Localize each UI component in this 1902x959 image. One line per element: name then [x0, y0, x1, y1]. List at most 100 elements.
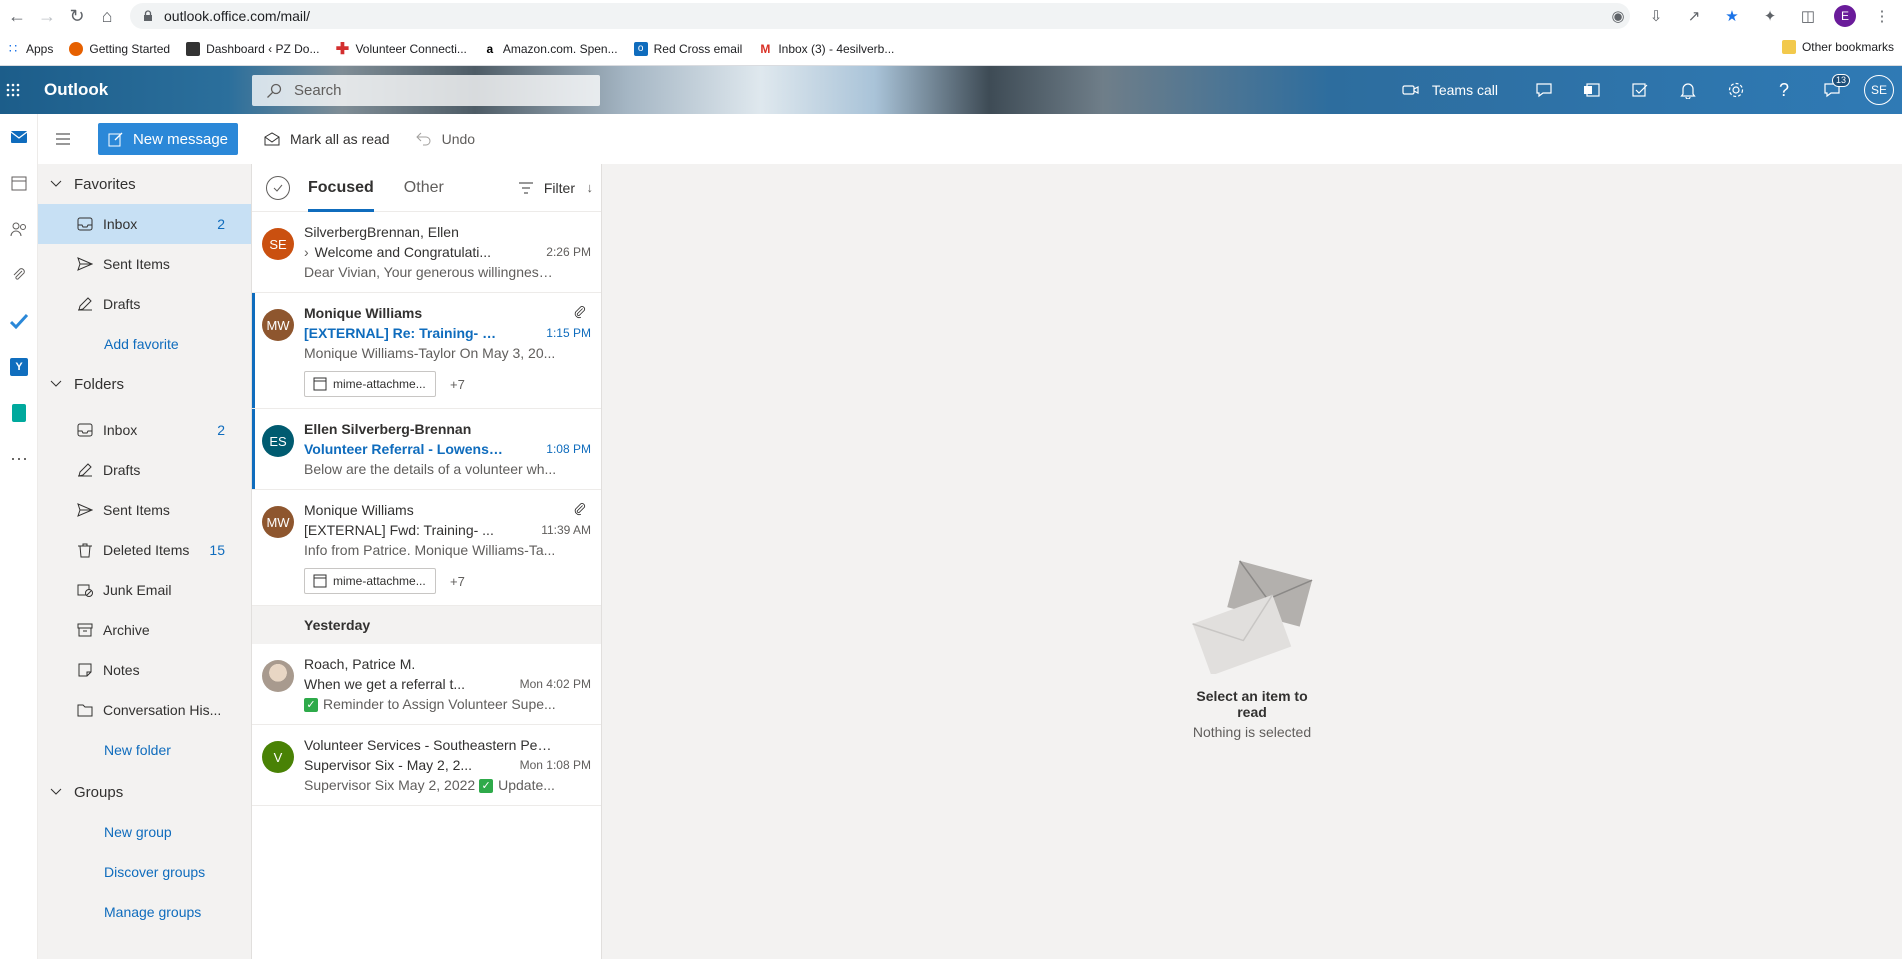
avatar [262, 660, 294, 692]
bookmark-red-cross-email[interactable]: o Red Cross email [633, 41, 742, 56]
chevron-right-icon[interactable]: › [304, 242, 309, 262]
app-launcher-icon[interactable] [0, 66, 26, 114]
favorite-inbox[interactable]: Inbox 2 [38, 204, 251, 244]
bell-icon[interactable] [1664, 66, 1712, 114]
browser-profile-avatar[interactable]: E [1834, 5, 1856, 27]
calendar-icon[interactable] [0, 160, 38, 206]
more-apps-icon[interactable]: ⋯ [0, 436, 38, 482]
folder-junk-email[interactable]: Junk Email [38, 570, 251, 610]
hamburger-icon[interactable] [38, 114, 88, 164]
attachment-chip[interactable]: mime-attachme... [304, 568, 436, 594]
yammer-icon[interactable]: Y [0, 344, 38, 390]
message-sender: Ellen Silverberg-Brennan [304, 421, 472, 437]
chevron-down-icon [50, 788, 62, 795]
attachment-icon[interactable] [0, 252, 38, 298]
new-message-button[interactable]: New message [98, 123, 238, 155]
gear-icon[interactable] [1712, 66, 1760, 114]
bookmark-amazon[interactable]: a Amazon.com. Spen... [483, 42, 618, 56]
message-item[interactable]: ES Ellen Silverberg-Brennan Volunteer Re… [252, 409, 601, 490]
share-icon[interactable]: ↗ [1682, 4, 1706, 28]
discover-groups-link[interactable]: Discover groups [38, 852, 251, 892]
select-all-icon[interactable] [266, 175, 290, 200]
groups-header[interactable]: Groups [38, 772, 251, 812]
message-sender: Monique Williams [304, 305, 423, 321]
chat-icon[interactable] [1520, 66, 1568, 114]
more-attachments[interactable]: +7 [450, 574, 465, 589]
bookmark-dashboard[interactable]: Dashboard ‹ PZ Do... [186, 41, 319, 56]
message-item[interactable]: MW Monique Williams [EXTERNAL] Re: Train… [252, 293, 601, 409]
message-time: 11:39 AM [541, 523, 591, 537]
add-favorite-link[interactable]: Add favorite [38, 324, 251, 364]
folder-deleted-items[interactable]: Deleted Items 15 [38, 530, 251, 570]
folder-sent-items[interactable]: Sent Items [38, 490, 251, 530]
tab-other[interactable]: Other [404, 164, 444, 212]
inbox-icon [77, 217, 93, 231]
todo-icon[interactable] [0, 298, 38, 344]
people-icon[interactable] [0, 206, 38, 252]
help-icon[interactable]: ? [1760, 66, 1808, 114]
message-preview: Info from Patrice. Monique Williams-Ta..… [304, 542, 556, 558]
folders-header[interactable]: Folders [38, 364, 251, 404]
mark-all-read-button[interactable]: Mark all as read [264, 131, 390, 147]
bookmark-apps[interactable]: ∷ Apps [6, 41, 54, 56]
user-avatar[interactable]: SE [1864, 75, 1894, 105]
message-item[interactable]: SE SilverbergBrennan, Ellen › Welcome and… [252, 212, 601, 293]
send-icon [77, 503, 93, 517]
bookmark-gmail-inbox[interactable]: M Inbox (3) - 4esilverb... [758, 42, 894, 56]
folder-drafts[interactable]: Drafts [38, 450, 251, 490]
tasks-icon[interactable] [1616, 66, 1664, 114]
install-icon[interactable]: ⇩ [1644, 4, 1668, 28]
chevron-down-icon [50, 380, 62, 387]
message-sender: SilverbergBrennan, Ellen [304, 224, 459, 240]
message-subject: [EXTERNAL] Re: Training- On... [304, 325, 504, 341]
message-item[interactable]: V Volunteer Services - Southeastern Penn… [252, 725, 601, 806]
eye-icon[interactable]: ◉ [1606, 4, 1630, 28]
undo-button[interactable]: Undo [415, 131, 475, 147]
back-icon[interactable]: ← [4, 3, 30, 29]
trash-icon [78, 543, 92, 558]
address-bar[interactable]: outlook.office.com/mail/ [130, 3, 1630, 29]
empty-state: Select an item to read Nothing is select… [1182, 554, 1322, 740]
new-folder-link[interactable]: New folder [38, 730, 251, 770]
message-item[interactable]: MW Monique Williams [EXTERNAL] Fwd: Trai… [252, 490, 601, 606]
manage-groups-link[interactable]: Manage groups [38, 892, 251, 932]
folder-icon [1781, 40, 1796, 54]
folder-conversation-history[interactable]: Conversation His... [38, 690, 251, 730]
red-cross-icon: ✚ [335, 40, 350, 58]
menu-dots-icon[interactable]: ⋮ [1870, 4, 1894, 28]
attachment-chip[interactable]: mime-attachme... [304, 371, 436, 397]
folder-archive[interactable]: Archive [38, 610, 251, 650]
other-bookmarks[interactable]: Other bookmarks [1781, 40, 1894, 54]
bookmark-volunteer-connection[interactable]: ✚ Volunteer Connecti... [335, 40, 467, 58]
word-icon[interactable] [1568, 66, 1616, 114]
extensions-icon[interactable]: ✦ [1758, 4, 1782, 28]
tab-focused[interactable]: Focused [308, 164, 374, 212]
bookings-icon[interactable] [0, 390, 38, 436]
folder-notes[interactable]: Notes [38, 650, 251, 690]
feedback-icon[interactable]: 13 [1808, 66, 1856, 114]
teams-call-button[interactable]: Teams call [1402, 82, 1498, 98]
message-preview: Reminder to Assign Volunteer Supe... [323, 696, 556, 712]
favorite-drafts[interactable]: Drafts [38, 284, 251, 324]
empty-subtitle: Nothing is selected [1192, 724, 1312, 740]
bookmark-getting-started[interactable]: Getting Started [69, 41, 170, 56]
message-subject: [EXTERNAL] Fwd: Training- ... [304, 522, 494, 538]
reload-icon[interactable]: ↻ [64, 3, 90, 29]
sort-arrow-icon[interactable]: ↓ [587, 180, 594, 195]
forward-icon[interactable]: → [34, 3, 60, 29]
home-icon[interactable]: ⌂ [94, 3, 120, 29]
new-group-link[interactable]: New group [38, 812, 251, 852]
message-item[interactable]: Roach, Patrice M. When we get a referral… [252, 644, 601, 725]
unread-count: 2 [217, 216, 225, 232]
search-input[interactable]: Search [252, 75, 600, 106]
app-title[interactable]: Outlook [44, 80, 108, 100]
sidepanel-icon[interactable]: ◫ [1796, 4, 1820, 28]
folder-inbox[interactable]: Inbox 2 [38, 410, 251, 450]
favorites-header[interactable]: Favorites [38, 164, 251, 204]
filter-button[interactable]: Filter [518, 180, 575, 196]
favorite-sent-items[interactable]: Sent Items [38, 244, 251, 284]
mail-icon[interactable] [0, 114, 38, 160]
more-attachments[interactable]: +7 [450, 377, 465, 392]
firefox-icon [69, 41, 84, 56]
star-icon[interactable]: ★ [1720, 4, 1744, 28]
